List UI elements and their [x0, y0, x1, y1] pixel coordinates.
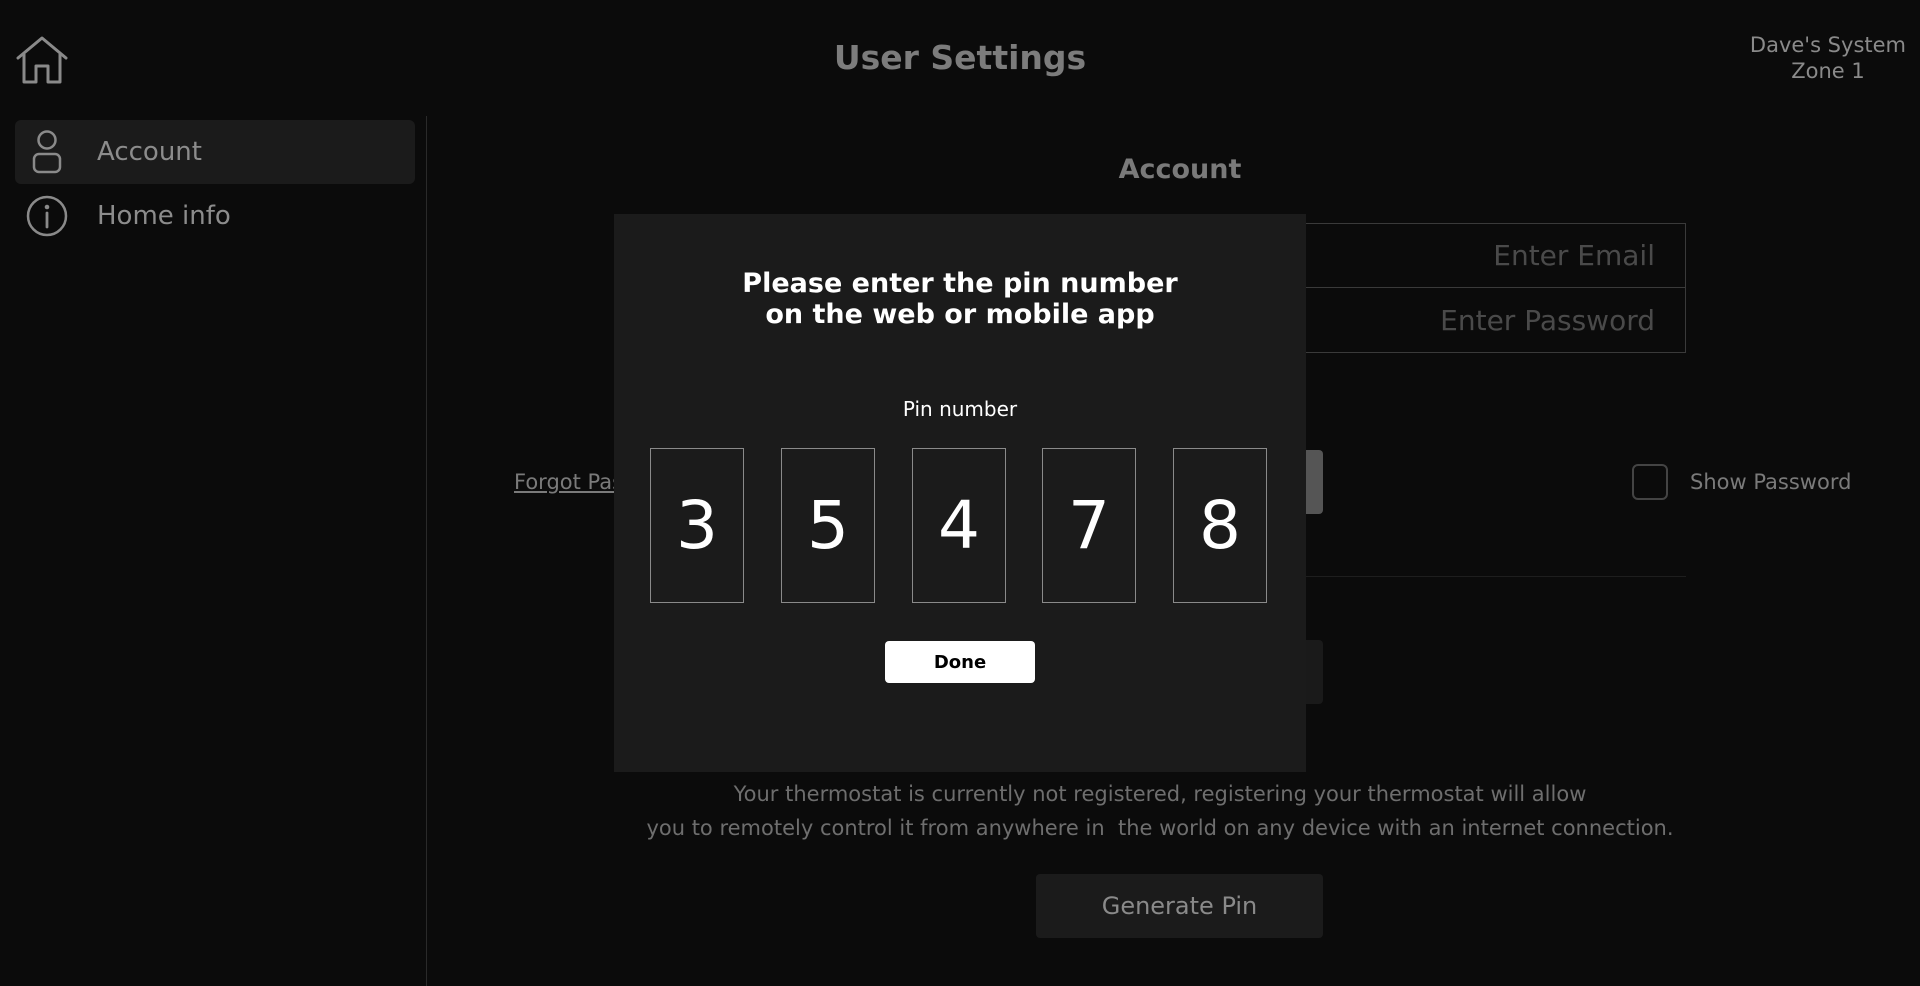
registration-text: Your thermostat is currently not registe…: [640, 777, 1680, 845]
done-button[interactable]: Done: [885, 641, 1035, 683]
pin-digit-1[interactable]: 3: [650, 448, 744, 603]
person-icon: [23, 128, 71, 176]
system-info: Dave's System Zone 1: [1750, 32, 1906, 84]
page-title-text: User Settings: [833, 38, 1087, 77]
zone-name: Zone 1: [1791, 59, 1865, 83]
pin-digit-4[interactable]: 7: [1042, 448, 1136, 603]
pin-digit-5[interactable]: 8: [1173, 448, 1267, 603]
sidebar: Account Home info: [0, 116, 427, 986]
show-password-toggle[interactable]: Show Password: [1632, 464, 1851, 500]
sidebar-item-home-info[interactable]: Home info: [15, 184, 415, 248]
registration-text-line-1: Your thermostat is currently not registe…: [733, 782, 1587, 806]
home-icon: [16, 36, 68, 84]
system-name: Dave's System: [1749, 33, 1906, 57]
pin-digit-2[interactable]: 5: [781, 448, 875, 603]
pin-label: Pin number: [902, 397, 1018, 421]
modal-title-line-2: on the web or mobile app: [765, 299, 1155, 330]
sidebar-item-label: Account: [97, 137, 202, 167]
modal-title: Please enter the pin number on the web o…: [614, 268, 1306, 330]
modal-title-line-1: Please enter the pin number: [742, 268, 1178, 299]
generate-pin-button[interactable]: Generate Pin: [1036, 874, 1323, 938]
page-title: User Settings: [0, 38, 1920, 77]
info-icon: [23, 192, 71, 240]
forgot-password-link[interactable]: Forgot Pas: [514, 470, 623, 494]
app-window: User Settings Dave's System Zone 1 Accou…: [0, 0, 1920, 986]
pin-digit-3[interactable]: 4: [912, 448, 1006, 603]
section-title: Account: [1118, 154, 1242, 185]
pin-input-row: 3 5 4 7 8: [650, 448, 1270, 603]
show-password-checkbox[interactable]: [1632, 464, 1668, 500]
show-password-label: Show Password: [1690, 470, 1852, 494]
registration-text-line-2: you to remotely control it from anywhere…: [646, 816, 1674, 840]
pin-modal: Please enter the pin number on the web o…: [614, 214, 1306, 772]
sidebar-item-account[interactable]: Account: [15, 120, 415, 184]
sidebar-item-label: Home info: [97, 201, 231, 231]
home-button[interactable]: [14, 34, 70, 86]
